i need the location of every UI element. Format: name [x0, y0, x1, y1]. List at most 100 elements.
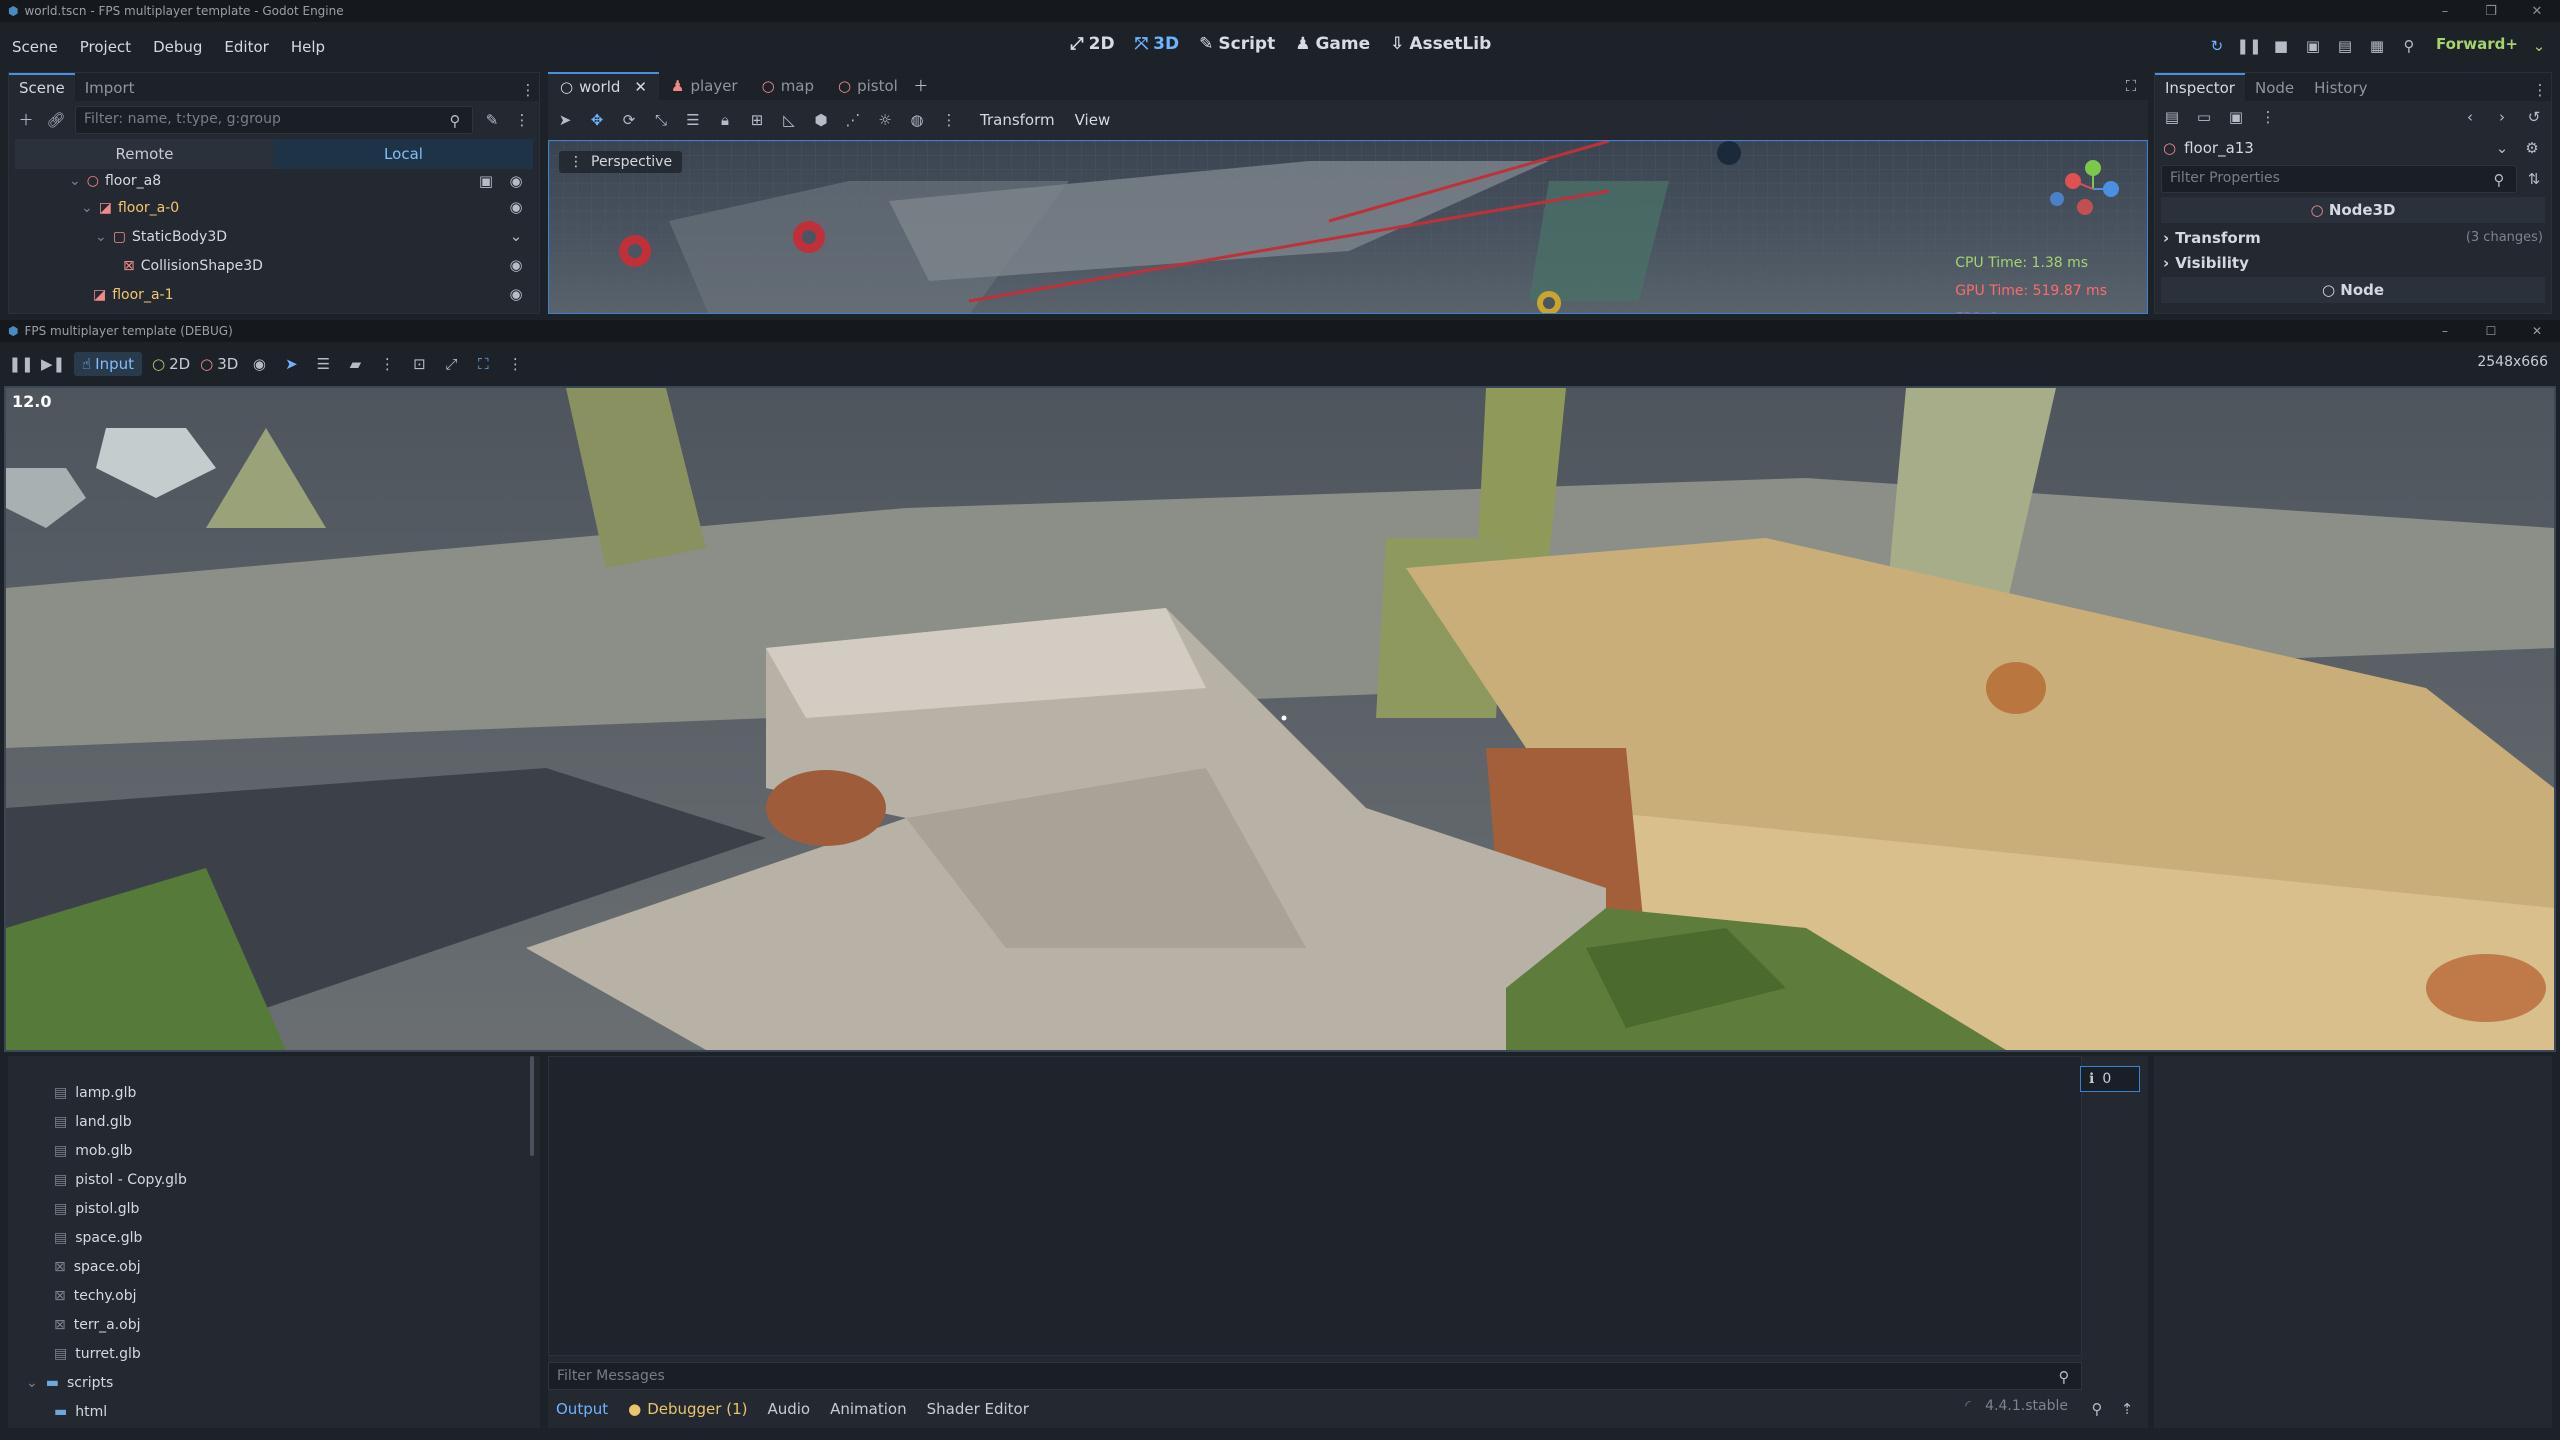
file-item[interactable]: ▤ pistol.glb — [8, 1194, 540, 1223]
camera-override-icon[interactable]: ◉ — [248, 353, 270, 375]
environment-preview-icon[interactable]: ◍ — [906, 109, 928, 131]
scale-tool-icon[interactable]: ⤡ — [650, 109, 672, 131]
folder-item[interactable]: ⌄ ▬ scripts — [8, 1368, 540, 1397]
menu-scene[interactable]: Scene — [12, 38, 58, 56]
tab-world[interactable]: ○ world ✕ — [548, 72, 659, 100]
maximize-icon[interactable]: ☐ — [2468, 324, 2514, 338]
expand-panel-icon[interactable]: ⇡ — [2116, 1398, 2138, 1420]
menu-help[interactable]: Help — [291, 38, 325, 56]
maximize-icon[interactable]: ❐ — [2468, 4, 2514, 19]
renderer-selector[interactable]: Forward+ — [2436, 35, 2518, 57]
more-icon[interactable]: ⋮ — [511, 109, 533, 131]
open-folder-icon[interactable]: ▭ — [2193, 106, 2215, 128]
property-visibility[interactable]: › Visibility — [2155, 250, 2551, 275]
movie-icon[interactable]: ▤ — [2334, 35, 2356, 57]
tab-animation[interactable]: Animation — [830, 1400, 906, 1418]
list-select-icon[interactable]: ☰ — [682, 109, 704, 131]
rotate-tool-icon[interactable]: ⟳ — [618, 109, 640, 131]
back-icon[interactable]: ‹ — [2459, 106, 2481, 128]
next-frame-icon[interactable]: ▶❚ — [41, 353, 65, 375]
select-tool-icon[interactable]: ➤ — [280, 353, 302, 375]
more-icon[interactable]: ⋮ — [504, 353, 526, 375]
workspace-script[interactable]: ✎ Script — [1199, 34, 1275, 54]
chevron-down-icon[interactable]: ⌄ — [2528, 35, 2550, 57]
sort-icon[interactable]: ⇅ — [2523, 168, 2545, 190]
game-viewport[interactable]: 12.0 — [4, 386, 2556, 1052]
file-item[interactable]: ▤ lamp.glb — [8, 1078, 540, 1107]
lock-icon[interactable]: 🔒︎ — [714, 109, 736, 131]
filter-messages-input[interactable]: Filter Messages ⚲ — [548, 1362, 2082, 1390]
tab-output[interactable]: Output — [556, 1400, 608, 1418]
more-icon[interactable]: ⋮ — [2529, 79, 2551, 101]
transform-menu[interactable]: Transform — [980, 111, 1055, 129]
embed-icon[interactable]: ⛶ — [472, 353, 494, 375]
file-item[interactable]: ⊠ space.obj — [8, 1252, 540, 1281]
tab-node[interactable]: Node — [2245, 75, 2304, 101]
list-select-icon[interactable]: ☰ — [312, 353, 334, 375]
property-filter-input[interactable]: Filter Properties ⚲ — [2161, 165, 2517, 193]
expand-icon[interactable]: ⤢ — [440, 353, 462, 375]
local-space-icon[interactable]: ⬢ — [810, 109, 832, 131]
tab-pistol[interactable]: ○ pistol — [826, 72, 910, 100]
add-node-icon[interactable]: ＋ — [15, 109, 37, 131]
tree-item[interactable]: ⊠ CollisionShape3D ◉ — [9, 251, 539, 280]
ruler-icon[interactable]: ◺ — [778, 109, 800, 131]
save-icon[interactable]: ▣ — [2225, 106, 2247, 128]
folder-item[interactable]: ▬ html — [8, 1397, 540, 1426]
file-item[interactable]: ⊠ terr_a.obj — [8, 1310, 540, 1339]
chevron-down-icon[interactable]: ⌄ — [2491, 137, 2513, 159]
scene-filter-input[interactable]: Filter: name, t:type, g:group ⚲ — [75, 106, 473, 134]
message-count-badge[interactable]: ℹ 0 — [2080, 1066, 2140, 1092]
close-icon[interactable]: ✕ — [634, 78, 647, 96]
tree-item[interactable]: ⌄ ○ floor_a8 ◉ ▣ — [9, 169, 539, 193]
tree-item[interactable]: ⌄ ◪ floor_a-0 ◉ — [9, 193, 539, 222]
workspace-game[interactable]: ♟ Game — [1295, 34, 1370, 54]
visibility-eye-icon[interactable]: ◉ — [505, 255, 527, 277]
object-menu-icon[interactable]: ⚙ — [2521, 137, 2543, 159]
minimize-icon[interactable]: – — [2422, 324, 2468, 338]
tab-map[interactable]: ○ map — [750, 72, 826, 100]
property-transform[interactable]: › Transform (3 changes) — [2155, 225, 2551, 250]
new-resource-icon[interactable]: ▤ — [2161, 106, 2183, 128]
group-icon[interactable]: ⊞ — [746, 109, 768, 131]
pause-icon[interactable]: ❚❚ — [8, 353, 33, 375]
selected-node-row[interactable]: ○ floor_a13 ⌄ ⚙ — [2155, 133, 2551, 163]
history-icon[interactable]: ↺ — [2523, 106, 2545, 128]
menu-project[interactable]: Project — [80, 38, 131, 56]
file-item[interactable]: ▤ pistol - Copy.glb — [8, 1165, 540, 1194]
file-item[interactable]: ▤ land.glb — [8, 1107, 540, 1136]
snap-icon[interactable]: ⋰ — [842, 109, 864, 131]
tab-import[interactable]: Import — [75, 75, 145, 101]
fit-icon[interactable]: ⊡ — [408, 353, 430, 375]
local-button[interactable]: Local — [274, 139, 533, 169]
perspective-menu[interactable]: ⋮ Perspective — [559, 151, 683, 173]
close-icon[interactable]: ✕ — [2514, 324, 2560, 338]
workspace-assetlib[interactable]: ⇩ AssetLib — [1390, 34, 1491, 54]
fullscreen-icon[interactable]: ⛶ — [2120, 75, 2142, 97]
chevron-down-icon[interactable]: ⌄ — [505, 226, 527, 248]
more-icon[interactable]: ⋮ — [938, 109, 960, 131]
output-log[interactable] — [548, 1056, 2082, 1356]
tab-player[interactable]: ♟ player — [659, 72, 750, 100]
move-tool-icon[interactable]: ✥ — [586, 109, 608, 131]
select-tool-icon[interactable]: ➤ — [554, 109, 576, 131]
close-icon[interactable]: ✕ — [2514, 4, 2560, 19]
menu-debug[interactable]: Debug — [153, 38, 202, 56]
scene-icon[interactable]: ▣ — [475, 170, 497, 192]
tab-shader-editor[interactable]: Shader Editor — [927, 1400, 1029, 1418]
minimize-icon[interactable]: – — [2422, 4, 2468, 19]
tab-inspector[interactable]: Inspector — [2155, 73, 2245, 101]
add-tab-icon[interactable]: ＋ — [910, 75, 932, 97]
file-item[interactable]: ▤ mob.glb — [8, 1136, 540, 1165]
reload-icon[interactable]: ↻ — [2206, 35, 2228, 57]
file-item[interactable]: ▤ turret.glb — [8, 1339, 540, 1368]
stop-icon[interactable]: ■ — [2270, 35, 2292, 57]
more-icon[interactable]: ⋮ — [376, 353, 398, 375]
run-scene-icon[interactable]: ▦ — [2366, 35, 2388, 57]
tab-debugger[interactable]: ● Debugger (1) — [628, 1400, 747, 1418]
pause-icon[interactable]: ❚❚ — [2236, 35, 2261, 57]
workspace-2d[interactable]: ⤢ 2D — [1070, 34, 1115, 54]
input-mode-button[interactable]: ☝ Input — [74, 352, 142, 376]
tab-audio[interactable]: Audio — [767, 1400, 810, 1418]
more-icon[interactable]: ⋮ — [517, 79, 539, 101]
